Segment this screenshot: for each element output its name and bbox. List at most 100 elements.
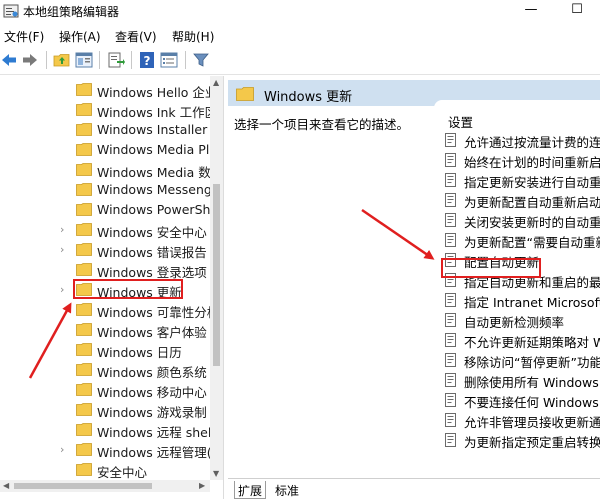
minimize-button[interactable]: —: [508, 0, 554, 22]
maximize-button[interactable]: ☐: [554, 0, 600, 22]
toolbar-separator: [99, 51, 100, 69]
tree-item-label: Windows Media Pl: [97, 142, 210, 157]
setting-label: 为更新指定预定重启转换: [464, 435, 600, 450]
expand-chevron-icon[interactable]: ›: [60, 224, 70, 236]
setting-label: 为更新配置“需要自动重新启: [464, 235, 600, 250]
show-hide-tree-icon[interactable]: [75, 51, 93, 69]
toolbar-separator: [131, 51, 132, 69]
setting-label: 移除访问“暂停更新”功能: [464, 355, 600, 370]
setting-row[interactable]: 允许非管理员接收更新通知: [444, 410, 600, 430]
tree-item[interactable]: Windows 移动中心: [0, 380, 210, 400]
scroll-down-arrow-icon[interactable]: ▼: [213, 469, 219, 478]
tree-item[interactable]: › Windows 错误报告: [0, 240, 210, 260]
tree-item[interactable]: Windows 可靠性分析: [0, 300, 219, 320]
setting-row[interactable]: 为更新指定预定重启转换: [444, 430, 600, 450]
details-header-title: Windows 更新: [264, 90, 353, 105]
expand-chevron-icon[interactable]: ›: [60, 284, 70, 296]
folder-icon: [76, 103, 92, 116]
tree-item[interactable]: Windows Ink 工作区: [0, 100, 217, 120]
setting-label: 删除使用所有 Windows 更: [464, 375, 600, 390]
filter-icon[interactable]: [192, 51, 210, 69]
folder-icon: [76, 203, 92, 216]
setting-label: 允许非管理员接收更新通知: [464, 415, 600, 430]
setting-row[interactable]: 指定 Intranet Microsoft: [444, 290, 600, 310]
policy-setting-icon: [445, 193, 456, 207]
tree-item-label: Windows Hello 企业: [97, 85, 218, 100]
tree-item[interactable]: 安全中心: [0, 460, 210, 480]
tab-standard[interactable]: 标准: [272, 481, 302, 499]
folder-icon: [76, 303, 92, 316]
tab-extended[interactable]: 扩展: [234, 481, 267, 499]
menu-action[interactable]: 操作(A): [59, 28, 101, 45]
setting-row[interactable]: 不要连接任何 Windows 更: [444, 390, 600, 410]
tree-vertical-scroll-thumb[interactable]: [213, 184, 220, 366]
folder-icon: [76, 83, 92, 96]
tree-item[interactable]: Windows Installer: [0, 120, 210, 140]
folder-icon: [76, 443, 92, 456]
setting-row[interactable]: 允许通过按流量计费的连接: [444, 130, 600, 150]
setting-label: 为更新配置自动重新启动提醒: [464, 195, 600, 210]
tree-item[interactable]: › Windows 安全中心: [0, 220, 210, 240]
tree-item-label: Windows 移动中心: [97, 385, 207, 400]
tree-item[interactable]: Windows 日历: [0, 340, 210, 360]
tree-item-label: Windows 客户体验: [97, 325, 207, 340]
tree-item-label: Windows Media 数: [97, 165, 211, 180]
setting-row[interactable]: 自动更新检测频率: [444, 310, 600, 330]
tree-selection-highlight: [73, 279, 183, 299]
folder-icon: [236, 87, 254, 101]
setting-selection-highlight: [441, 258, 541, 278]
folder-icon: [76, 463, 92, 476]
back-arrow-icon[interactable]: [0, 51, 18, 69]
help-icon[interactable]: ?: [138, 51, 156, 69]
tree-horizontal-scroll-thumb[interactable]: [14, 483, 152, 489]
settings-column-header[interactable]: 设置: [448, 112, 473, 131]
folder-icon: [76, 163, 92, 176]
tree-item-label: Windows 可靠性分析: [97, 305, 220, 320]
menu-view[interactable]: 查看(V): [115, 28, 157, 45]
tree-item[interactable]: Windows 登录选项: [0, 260, 210, 280]
setting-row[interactable]: 指定更新安装进行自动重新: [444, 170, 600, 190]
tree-item[interactable]: Windows Hello 企业: [0, 80, 217, 100]
menu-help[interactable]: 帮助(H): [172, 28, 214, 45]
tree-item[interactable]: Windows 客户体验: [0, 320, 210, 340]
menu-file[interactable]: 文件(F): [4, 28, 44, 45]
forward-arrow-icon[interactable]: [21, 51, 39, 69]
export-list-icon[interactable]: [107, 51, 125, 69]
tree-item[interactable]: Windows Media 数: [0, 160, 211, 180]
folder-icon: [76, 143, 92, 156]
setting-row[interactable]: 为更新配置自动重新启动提醒: [444, 190, 600, 210]
description-text: 选择一个项目来查看它的描述。: [234, 117, 410, 132]
policy-setting-icon: [445, 133, 456, 147]
expand-chevron-icon[interactable]: ›: [60, 244, 70, 256]
expand-chevron-icon[interactable]: ›: [60, 444, 70, 456]
setting-row[interactable]: 不允许更新延期策略对 W: [444, 330, 600, 350]
setting-row[interactable]: 关闭安装更新时的自动重新启: [444, 210, 600, 230]
tree-item[interactable]: Windows Media Pl: [0, 140, 210, 160]
group-policy-app-icon: [3, 4, 19, 18]
tree-item[interactable]: Windows 远程 shel: [0, 420, 211, 440]
toolbar: ?: [0, 47, 600, 75]
setting-row[interactable]: 为更新配置“需要自动重新启: [444, 230, 600, 250]
scroll-up-arrow-icon[interactable]: ▲: [213, 78, 219, 87]
tree-item-label: Windows Messeng: [97, 182, 212, 197]
up-folder-icon[interactable]: [53, 51, 71, 69]
setting-row[interactable]: 删除使用所有 Windows 更: [444, 370, 600, 390]
toolbar-separator: [185, 51, 186, 69]
setting-label: 允许通过按流量计费的连接: [464, 135, 600, 150]
scroll-left-arrow-icon[interactable]: ◀: [3, 481, 9, 490]
folder-icon: [76, 363, 92, 376]
scroll-right-arrow-icon[interactable]: ▶: [199, 481, 205, 490]
setting-row[interactable]: 移除访问“暂停更新”功能: [444, 350, 600, 370]
tree-item[interactable]: Windows Messeng: [0, 180, 212, 200]
tree-item[interactable]: › Windows 远程管理(: [0, 440, 212, 460]
tree-item[interactable]: Windows PowerSh: [0, 200, 210, 220]
setting-row[interactable]: 始终在计划的时间重新启动: [444, 150, 600, 170]
tree-item-label: Windows 日历: [97, 345, 182, 360]
tree-item-label: Windows Ink 工作区: [97, 105, 218, 120]
properties-icon[interactable]: [160, 51, 178, 69]
view-tabs: 扩展 标准: [228, 478, 600, 499]
tree-item[interactable]: Windows 游戏录制: [0, 400, 210, 420]
policy-setting-icon: [445, 433, 456, 447]
tree-item[interactable]: Windows 颜色系统: [0, 360, 210, 380]
tree-item-label: Windows Installer: [97, 122, 208, 137]
